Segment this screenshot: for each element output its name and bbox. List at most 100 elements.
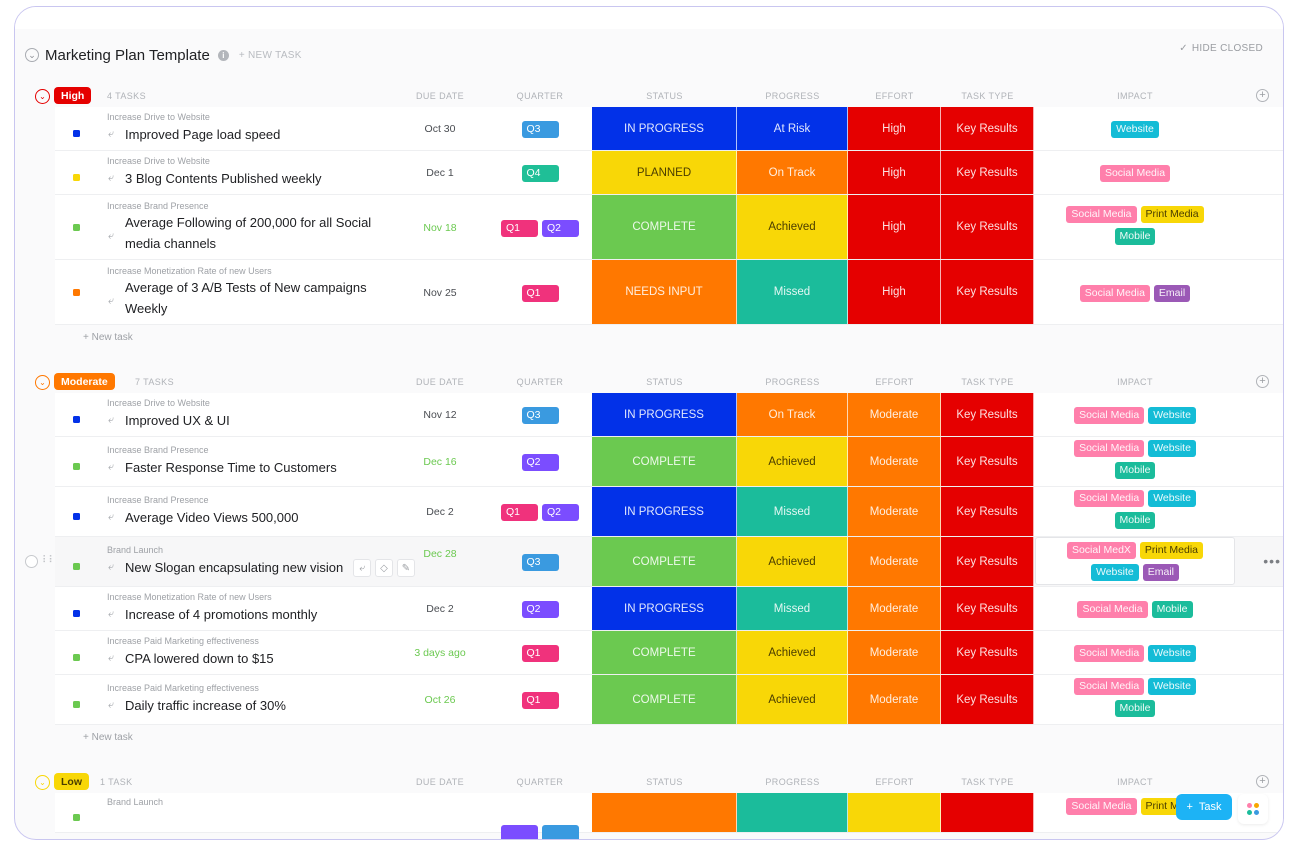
due-date[interactable]: Nov 18	[400, 222, 480, 234]
task-row[interactable]: Brand Launch ⤶ New Slogan encapsulating ne…	[25, 537, 1283, 587]
effort-cell[interactable]: High	[848, 195, 941, 259]
group-badge[interactable]: High	[54, 87, 92, 104]
quarter-cell[interactable]: Q3	[485, 407, 595, 424]
impact-tag[interactable]: Social Media	[1066, 798, 1137, 815]
column-header-effort[interactable]: EFFORT	[848, 777, 941, 787]
task-name[interactable]: Faster Response Time to Customers	[125, 457, 400, 478]
quarter-cell[interactable]: Q1	[485, 645, 595, 662]
progress-cell[interactable]: Achieved	[737, 631, 848, 674]
quarter-tag[interactable]: Q3	[521, 121, 559, 138]
progress-cell[interactable]: Missed	[737, 587, 848, 630]
add-task-fab[interactable]: + Task	[1176, 794, 1232, 820]
status-cell[interactable]: IN PROGRESS	[592, 487, 737, 536]
column-header-impact[interactable]: IMPACT	[1040, 91, 1230, 101]
quarter-cell[interactable]: Q1	[485, 284, 595, 302]
status-cell[interactable]: IN PROGRESS	[592, 587, 737, 630]
column-header-type[interactable]: TASK TYPE	[941, 777, 1034, 787]
impact-cell[interactable]: Social Media	[1040, 165, 1230, 182]
impact-cell[interactable]: Website	[1040, 121, 1230, 138]
parent-task-link[interactable]: Increase Brand Presence	[107, 445, 209, 455]
column-header-progress[interactable]: PROGRESS	[737, 377, 848, 387]
quarter-cell[interactable]: Q2	[485, 601, 595, 618]
column-header-impact[interactable]: IMPACT	[1040, 777, 1230, 787]
impact-tag[interactable]: Website	[1148, 645, 1196, 662]
task-row[interactable]: Brand Launch Social Media Print Media	[55, 793, 1283, 839]
impact-tag[interactable]: Website	[1090, 564, 1139, 581]
task-type-cell[interactable]: Key Results	[941, 195, 1034, 259]
due-date[interactable]: Dec 28	[400, 548, 480, 560]
add-column-icon[interactable]: +	[1256, 775, 1269, 788]
status-square-icon[interactable]	[73, 610, 80, 617]
effort-cell[interactable]: Moderate	[848, 393, 941, 436]
add-task-link[interactable]: + New task	[83, 332, 133, 343]
status-square-icon[interactable]	[73, 223, 80, 231]
effort-cell[interactable]: Moderate	[848, 631, 941, 674]
status-cell[interactable]: PLANNED	[592, 151, 737, 194]
impact-tag[interactable]: Social Media	[1074, 678, 1145, 695]
status-square-icon[interactable]	[73, 174, 80, 181]
status-square-icon[interactable]	[73, 130, 80, 137]
effort-cell[interactable]: Moderate	[848, 487, 941, 536]
task-type-cell[interactable]: Key Results	[941, 260, 1034, 324]
impact-tag[interactable]: Social Media	[1074, 645, 1145, 662]
impact-tag[interactable]: Email	[1153, 284, 1191, 302]
status-cell[interactable]: COMPLETE	[592, 437, 737, 486]
status-square-icon[interactable]	[73, 654, 80, 661]
progress-cell[interactable]: Achieved	[737, 437, 848, 486]
effort-cell[interactable]: High	[848, 260, 941, 324]
impact-cell[interactable]: Social Media Print Media Mobile	[1055, 205, 1215, 245]
task-name[interactable]: CPA lowered down to $15	[125, 648, 400, 669]
impact-cell[interactable]: Social MedX Print Media Website Email	[1060, 542, 1210, 581]
due-date[interactable]: Dec 2	[400, 506, 480, 518]
task-row[interactable]: Increase Paid Marketing effectiveness ⤶ Da…	[55, 675, 1283, 725]
task-row[interactable]: Increase Brand Presence ⤶ Average Video Vi…	[55, 487, 1283, 537]
task-name[interactable]: Daily traffic increase of 30%	[125, 695, 400, 716]
status-square-icon[interactable]	[73, 563, 80, 570]
task-type-cell[interactable]: Key Results	[941, 587, 1034, 630]
task-type-cell[interactable]: Key Results	[941, 151, 1034, 194]
impact-tag[interactable]: Mobile	[1114, 700, 1156, 717]
quarter-cell[interactable]: Q3	[485, 554, 595, 571]
parent-task-link[interactable]: Increase Drive to Website	[107, 156, 210, 166]
column-header-impact[interactable]: IMPACT	[1040, 377, 1230, 387]
quarter-tag[interactable]: Q2	[542, 504, 579, 521]
impact-cell[interactable]: Social Media Email	[1040, 284, 1230, 302]
quarter-cell[interactable]	[485, 825, 595, 839]
column-header-status[interactable]: STATUS	[592, 777, 737, 787]
impact-cell[interactable]: Social Media Website	[1040, 407, 1230, 424]
quarter-tag[interactable]: Q1	[501, 219, 538, 237]
task-row[interactable]: Increase Paid Marketing effectiveness ⤶ CP…	[55, 631, 1283, 675]
impact-tag[interactable]: Social Media	[1074, 490, 1145, 507]
parent-task-link[interactable]: Increase Monetization Rate of new Users	[107, 266, 272, 276]
progress-cell[interactable]: Achieved	[737, 537, 848, 586]
status-square-icon[interactable]	[73, 513, 80, 520]
effort-cell[interactable]: Moderate	[848, 675, 941, 724]
impact-tag[interactable]: Social MedX	[1066, 542, 1136, 559]
quarter-cell[interactable]: Q1	[485, 692, 595, 709]
due-date[interactable]: Oct 26	[400, 694, 480, 706]
collapse-group-icon[interactable]: ⌄	[35, 375, 50, 390]
quarter-cell[interactable]: Q1 Q2	[485, 504, 595, 521]
quarter-tag[interactable]: Q1	[521, 284, 559, 302]
task-row[interactable]: Increase Monetization Rate of new Users ⤶…	[55, 587, 1283, 631]
effort-cell[interactable]	[848, 793, 941, 832]
task-row[interactable]: Increase Drive to Website ⤶ Improved Page …	[55, 107, 1283, 151]
impact-tag[interactable]: Website	[1111, 121, 1159, 138]
column-header-progress[interactable]: PROGRESS	[737, 91, 848, 101]
progress-cell[interactable]: Achieved	[737, 195, 848, 259]
task-name[interactable]: Average Following of 200,000 for all Soc…	[125, 212, 400, 254]
task-name[interactable]: Improved Page load speed	[125, 124, 400, 145]
collapse-group-icon[interactable]: ⌄	[35, 89, 50, 104]
due-date[interactable]: Dec 1	[400, 167, 480, 179]
column-header-effort[interactable]: EFFORT	[848, 91, 941, 101]
status-square-icon[interactable]	[73, 288, 80, 296]
impact-tag[interactable]: Website	[1148, 678, 1196, 695]
quarter-tag[interactable]: Q3	[521, 554, 559, 571]
column-header-status[interactable]: STATUS	[592, 377, 737, 387]
impact-tag[interactable]: Social Media	[1099, 165, 1171, 182]
column-header-type[interactable]: TASK TYPE	[941, 377, 1034, 387]
task-type-cell[interactable]: Key Results	[941, 675, 1034, 724]
add-task-link[interactable]: + New task	[83, 732, 133, 743]
subtask-add-icon[interactable]: ⤶	[353, 559, 371, 577]
add-column-icon[interactable]: +	[1256, 89, 1269, 102]
